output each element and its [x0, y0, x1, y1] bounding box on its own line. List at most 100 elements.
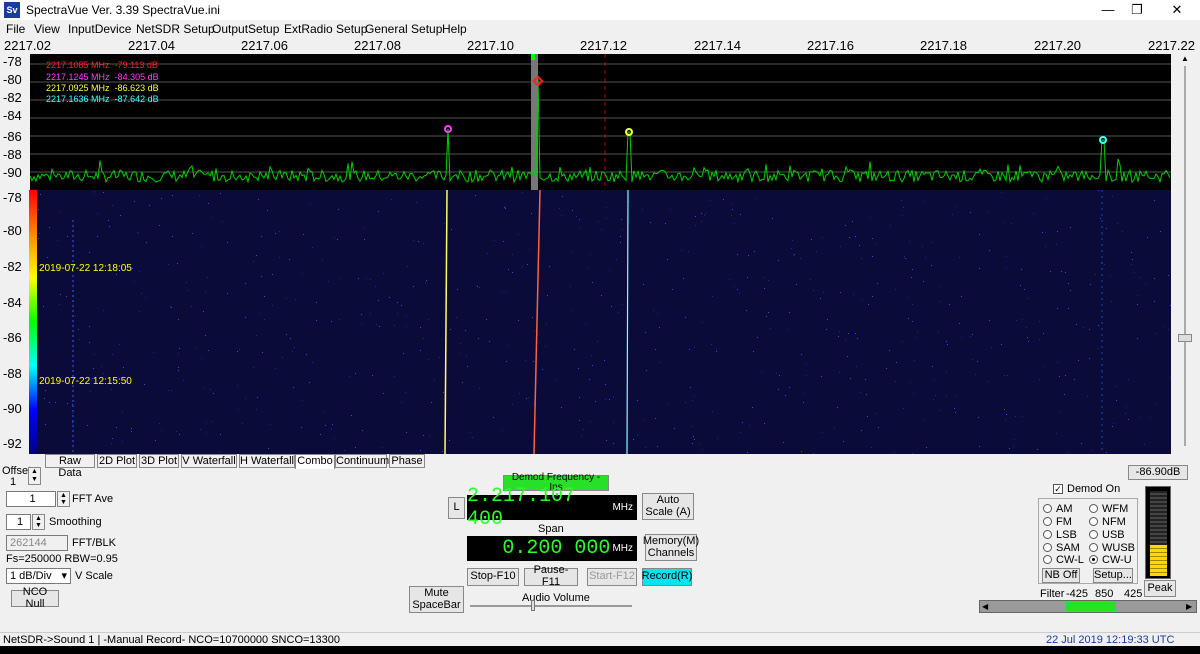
vscale-select[interactable]: 1 dB/Div ▾	[6, 568, 71, 584]
tab-combo[interactable]: Combo	[295, 454, 335, 469]
close-button[interactable]: ✕	[1154, 0, 1200, 20]
nb-off-button[interactable]: NB Off	[1042, 568, 1080, 583]
menu-extradio-setup[interactable]: ExtRadio Setup	[284, 22, 367, 36]
waterfall-y-tick: -78	[3, 190, 22, 205]
setup-button[interactable]: Setup...	[1093, 568, 1133, 583]
waterfall-timestamp: 2019-07-22 12:18:05	[39, 263, 132, 274]
menu-general-setup[interactable]: General Setup	[365, 22, 442, 36]
demod-on-checkbox[interactable]: ✓ Demod On	[1053, 483, 1120, 495]
menu-outputsetup[interactable]: OutputSetup	[212, 22, 279, 36]
waterfall-y-tick: -82	[3, 259, 22, 274]
spectrum-display[interactable]: 2217.1085 MHz -79.113 dB 2217.1245 MHz -…	[30, 54, 1171, 190]
chevron-down-icon: ▾	[61, 570, 67, 582]
mode-lsb[interactable]: LSB	[1043, 529, 1077, 541]
waterfall-display[interactable]: 2019-07-22 12:18:05 2019-07-22 12:15:50	[37, 190, 1171, 454]
pause-button[interactable]: Pause-F11	[524, 565, 578, 588]
menu-inputdevice[interactable]: InputDevice	[68, 22, 131, 36]
mode-fm[interactable]: FM	[1043, 516, 1072, 528]
menu-file[interactable]: File	[6, 22, 25, 36]
audio-volume-slider[interactable]	[470, 605, 632, 607]
freq-tick: 2217.22	[1148, 38, 1195, 53]
signal-meter	[1145, 486, 1171, 579]
peak-marker	[625, 128, 633, 136]
mode-wusb[interactable]: WUSB	[1089, 542, 1135, 554]
menu-help[interactable]: Help	[442, 22, 467, 36]
offset-value: 1	[10, 476, 17, 488]
offset-spinner[interactable]: ▲ ▼	[28, 467, 41, 485]
checkbox-check-icon: ✓	[1053, 484, 1063, 494]
spectrum-y-tick: -90	[3, 165, 22, 180]
freq-tick: 2217.16	[807, 38, 854, 53]
arrow-right-icon[interactable]: ▶	[1186, 602, 1192, 611]
spectrum-trace	[30, 54, 1171, 190]
fft-blk-label: FFT/BLK	[72, 537, 117, 549]
level-slider[interactable]: ▲	[1175, 54, 1195, 454]
menu-view[interactable]: View	[34, 22, 60, 36]
peak-legend-3: 2217.0925 MHz -86.623 dB	[46, 83, 159, 93]
tab-raw-data[interactable]: Raw Data	[45, 454, 95, 479]
peak-button[interactable]: Peak	[1144, 580, 1176, 597]
app-icon: Sv	[4, 2, 20, 18]
tab-2d-plot[interactable]: 2D Plot	[97, 454, 137, 468]
demod-mode-group: AM WFM FM NFM LSB USB SAM WUSB CW-L CW-U…	[1038, 498, 1138, 584]
signal-level-readout: -86.90dB	[1128, 465, 1188, 480]
waterfall-y-tick: -88	[3, 366, 22, 381]
filter-slider[interactable]: ◀ ▶	[979, 600, 1197, 613]
mode-sam[interactable]: SAM	[1043, 542, 1080, 554]
arrow-left-icon[interactable]: ◀	[982, 602, 988, 611]
tab-h-waterfall[interactable]: H Waterfall	[239, 454, 295, 468]
freq-tick: 2217.04	[128, 38, 175, 53]
status-bar: NetSDR->Sound 1 | -Manual Record- NCO=10…	[0, 632, 1200, 646]
spectrum-y-tick: -80	[3, 72, 22, 87]
peak-legend-2: 2217.1245 MHz -84.305 dB	[46, 72, 159, 82]
fft-blk-select[interactable]: 262144	[6, 535, 68, 551]
vscale-label: V Scale	[75, 570, 113, 582]
nco-null-button[interactable]: NCO Null	[11, 586, 59, 609]
mode-cw-u[interactable]: CW-U	[1089, 554, 1132, 566]
tab-phase[interactable]: Phase	[389, 454, 425, 468]
mode-wfm[interactable]: WFM	[1089, 503, 1128, 515]
mute-button[interactable]: Mute SpaceBar	[409, 586, 464, 613]
waterfall-y-tick: -92	[3, 436, 22, 451]
mode-am[interactable]: AM	[1043, 503, 1073, 515]
filter-high: 425	[1124, 588, 1143, 600]
tab-3d-plot[interactable]: 3D Plot	[139, 454, 179, 468]
fft-ave-input[interactable]: 1	[6, 491, 56, 507]
stop-button[interactable]: Stop-F10	[467, 568, 519, 586]
slider-thumb[interactable]	[1178, 334, 1192, 342]
freq-tick: 2217.10	[467, 38, 514, 53]
meter-empty	[1150, 491, 1167, 545]
scroll-up-icon[interactable]: ▲	[1179, 54, 1191, 64]
spectrum-y-tick: -78	[3, 54, 22, 69]
spectrum-y-tick: -82	[3, 90, 22, 105]
freq-tick: 2217.14	[694, 38, 741, 53]
audio-volume-thumb[interactable]	[531, 600, 535, 611]
filter-label: Filter	[1040, 588, 1065, 600]
filter-low: -425	[1066, 588, 1089, 600]
freq-tick: 2217.02	[4, 38, 51, 53]
mode-usb[interactable]: USB	[1089, 529, 1125, 541]
freq-tick: 2217.08	[354, 38, 401, 53]
meter-fill	[1150, 545, 1167, 576]
mode-cw-l[interactable]: CW-L	[1043, 554, 1084, 566]
smoothing-input[interactable]: 1	[6, 514, 31, 530]
record-button[interactable]: Record(R)	[642, 568, 692, 586]
span-display[interactable]: 0.200 000 MHz	[467, 536, 637, 561]
spectrum-y-tick: -88	[3, 147, 22, 162]
waterfall-timestamp: 2019-07-22 12:15:50	[39, 376, 132, 387]
freq-tick: 2217.12	[580, 38, 627, 53]
fft-ave-spinner[interactable]: ▲ ▼	[57, 491, 70, 507]
smoothing-spinner[interactable]: ▲ ▼	[32, 514, 45, 530]
mode-nfm[interactable]: NFM	[1089, 516, 1126, 528]
start-button[interactable]: Start-F12	[587, 568, 637, 586]
l-button[interactable]: L	[448, 497, 465, 519]
memory-channels-button[interactable]: Memory(M) Channels	[643, 534, 699, 561]
demod-frequency-display[interactable]: 2.217.107 400 MHz	[467, 485, 637, 531]
tab-continuum[interactable]: Continuum	[335, 454, 389, 468]
slider-track	[1184, 66, 1186, 446]
auto-scale-button[interactable]: Auto Scale (A)	[642, 493, 694, 520]
filter-passband[interactable]	[1066, 602, 1116, 611]
tab-v-waterfall[interactable]: V Waterfall	[181, 454, 237, 468]
menu-netsdr-setup[interactable]: NetSDR Setup	[136, 22, 215, 36]
waterfall-y-axis: -78 -80 -82 -84 -86 -88 -90 -92	[0, 190, 30, 454]
